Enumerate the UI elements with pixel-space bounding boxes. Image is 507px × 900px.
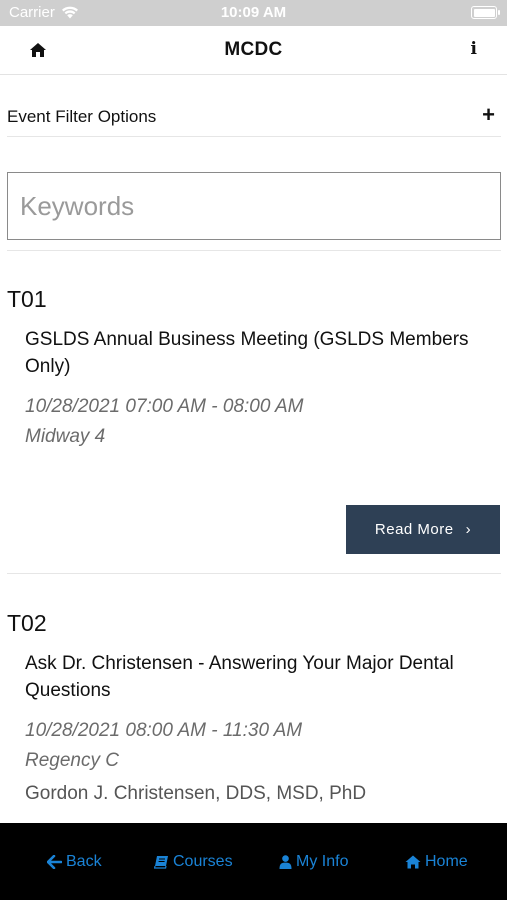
event-card: T01 GSLDS Annual Business Meeting (GSLDS…	[7, 286, 501, 556]
event-filter-label: Event Filter Options	[7, 107, 157, 126]
divider	[7, 573, 501, 574]
info-icon[interactable]: i	[471, 39, 477, 59]
tab-my-info-label: My Info	[296, 853, 349, 870]
read-more-label: Read More	[374, 521, 454, 538]
event-datetime: 10/28/2021 08:00 AM - 11:30 AM	[25, 720, 303, 741]
page-title: MCDC	[224, 39, 283, 60]
user-icon	[279, 855, 292, 869]
event-filter-toggle[interactable]: Event Filter Options +	[7, 96, 501, 137]
battery-icon	[471, 6, 500, 19]
chevron-right-icon: ›	[465, 521, 472, 538]
event-title: GSLDS Annual Business Meeting (GSLDS Mem…	[25, 329, 469, 377]
tab-home-label: Home	[425, 853, 468, 870]
event-card: T02 Ask Dr. Christensen - Answering Your…	[7, 610, 501, 810]
plus-icon[interactable]: +	[482, 102, 495, 128]
event-title: Ask Dr. Christensen - Answering Your Maj…	[25, 653, 454, 701]
read-more-button[interactable]: Read More ›	[346, 505, 500, 554]
tab-back-label: Back	[66, 853, 102, 870]
tab-courses-label: Courses	[173, 853, 233, 870]
tab-my-info[interactable]: My Info	[279, 853, 348, 871]
event-code: T02	[7, 610, 47, 636]
tab-home[interactable]: Home	[405, 853, 468, 871]
event-datetime: 10/28/2021 07:00 AM - 08:00 AM	[25, 396, 304, 417]
divider	[7, 250, 501, 251]
event-location: Regency C	[25, 750, 119, 771]
tab-courses[interactable]: Courses	[154, 853, 233, 871]
home-icon	[405, 855, 421, 869]
clock: 10:09 AM	[220, 4, 287, 21]
event-code: T01	[7, 286, 47, 312]
keywords-input[interactable]	[7, 172, 501, 240]
nav-bar: MCDC i	[0, 26, 507, 75]
event-speaker: Gordon J. Christensen, DDS, MSD, PhD	[25, 783, 367, 804]
book-icon	[154, 856, 168, 869]
status-bar: Carrier 10:09 AM	[0, 0, 507, 26]
tab-bar: Back Courses My Info Home	[0, 823, 507, 900]
tab-back[interactable]: Back	[47, 853, 102, 871]
event-location: Midway 4	[25, 426, 106, 447]
arrow-left-icon	[47, 855, 62, 869]
